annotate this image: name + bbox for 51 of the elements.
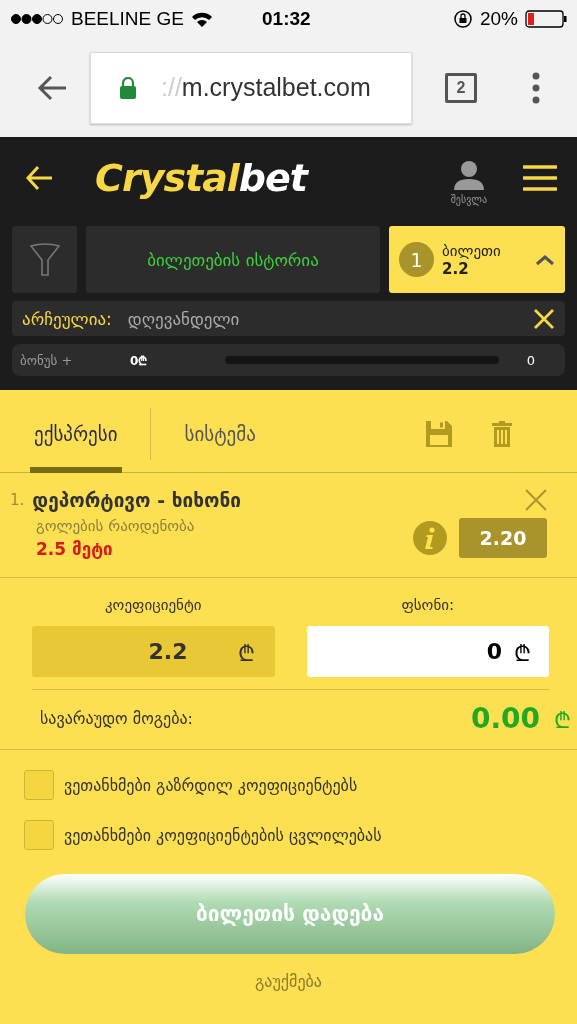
battery-percent: 20% [479, 8, 518, 30]
tab-count-button[interactable]: 2 [445, 72, 477, 103]
bonus-label: ბონუს + [20, 352, 74, 368]
funnel-icon [29, 242, 60, 277]
ticket-count-badge: 1 [399, 242, 434, 277]
filter-value: დღევანდელი [127, 308, 241, 329]
login-button[interactable]: შესვლა [450, 150, 487, 205]
signal-icon [10, 13, 64, 25]
info-icon[interactable] [413, 521, 447, 555]
odds-badge: 2.20 [459, 518, 547, 558]
checkbox[interactable] [24, 820, 54, 850]
wifi-icon [191, 11, 213, 27]
field-label: ფსონი: [401, 596, 455, 614]
back-arrow-icon[interactable] [25, 164, 53, 191]
clock-time: 01:32 [262, 8, 311, 30]
field-label: კოეფიციენტი [104, 596, 202, 614]
pick-name: 2.5 მეტი [36, 539, 114, 559]
ticket-label: ბილეთი [442, 241, 502, 260]
carrier-name: BEELINE GE [71, 8, 184, 30]
ticket-history-button[interactable]: ბილეთების ისტორია [86, 226, 380, 293]
filter-label: არჩეულია: [22, 308, 112, 329]
battery-icon [525, 10, 567, 28]
match-name: დეპორტივო - ხიხონი [32, 489, 241, 511]
odds-field: 2.2 ₾ [32, 626, 275, 677]
rotation-lock-icon [452, 9, 473, 29]
filter-button[interactable] [12, 226, 77, 293]
more-icon[interactable] [532, 71, 540, 104]
menu-icon[interactable] [523, 163, 557, 192]
potential-win-label: სავარაუდო მოგება: [40, 709, 193, 728]
bonus-amount: 0₾ [130, 352, 149, 369]
bet-type-tab[interactable]: სისტემა [180, 395, 260, 473]
user-icon [452, 160, 485, 190]
checkbox[interactable] [24, 770, 54, 800]
ticket-odds: 2.2 [442, 259, 470, 278]
bet-type-tab[interactable]: ექსპრესი [30, 395, 122, 473]
market-name: გოლების რაოდენობა [36, 517, 196, 535]
bet-number: 1. [10, 491, 25, 509]
save-icon[interactable] [426, 420, 452, 447]
back-arrow-icon[interactable] [36, 73, 68, 102]
stake-input-field[interactable]: 0 ₾ [306, 626, 549, 677]
ticket-button[interactable]: 1 ბილეთი 2.2 [389, 226, 565, 293]
lock-icon [119, 76, 137, 99]
chevron-up-icon [535, 253, 555, 266]
checkbox-label: ვეთანხმები გაზრდილ კოეფიციენტებს [64, 775, 358, 795]
trash-icon[interactable] [492, 420, 512, 447]
bonus-value: 0 [526, 352, 535, 368]
currency-sign: ₾ [554, 706, 571, 734]
address-bar[interactable]: ://m.crystalbet.com [90, 51, 412, 124]
logo[interactable]: Crystalbet [95, 155, 307, 200]
potential-win-value: 0.00 [470, 702, 540, 735]
checkbox-label: ვეთანხმები კოეფიციენტების ცვლილებას [64, 825, 382, 845]
